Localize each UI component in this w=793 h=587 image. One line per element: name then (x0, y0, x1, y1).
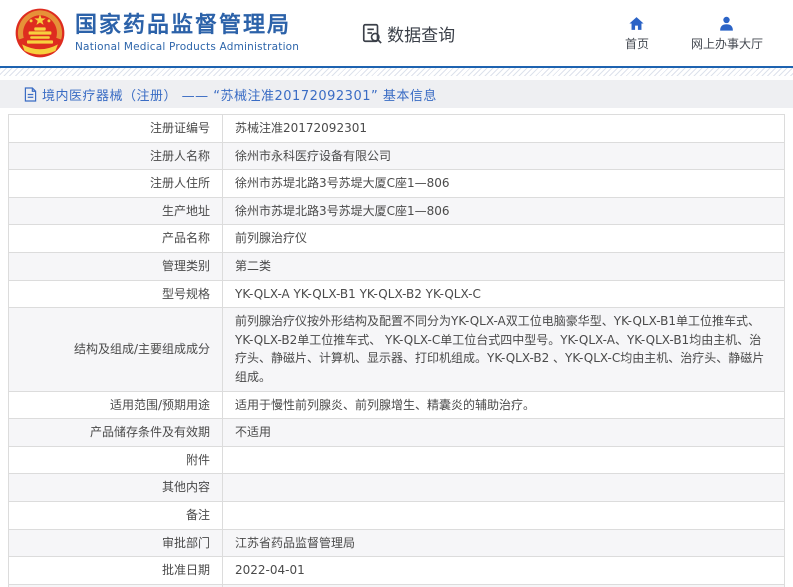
agency-title-block: 国家药品监督管理局 National Medical Products Admi… (75, 13, 299, 52)
breadcrumb-bar: 境内医疗器械（注册） —— “苏械注准20172092301” 基本信息 (0, 80, 793, 108)
registration-info-table: 注册证编号 苏械注准20172092301 注册人名称 徐州市永科医疗设备有限公… (8, 114, 785, 587)
table-row: 结构及组成/主要组成成分 前列腺治疗仪按外形结构及配置不同分为YK-QLX-A双… (8, 307, 785, 392)
table-row: 注册证编号 苏械注准20172092301 (8, 114, 785, 143)
row-value: 不适用 (222, 418, 785, 447)
hatch-texture-band (0, 68, 793, 76)
data-query-menu[interactable]: 数据查询 (361, 21, 455, 46)
row-label: 备注 (8, 500, 223, 530)
table-row: 适用范围/预期用途 适用于慢性前列腺炎、前列腺增生、精囊炎的辅助治疗。 (8, 390, 785, 420)
table-row: 附件 (8, 445, 785, 475)
table-row: 审批部门 江苏省药品监督管理局 (8, 528, 785, 558)
table-row: 型号规格 YK-QLX-A YK-QLX-B1 YK-QLX-B2 YK-QLX… (8, 279, 785, 309)
row-value (222, 473, 785, 502)
site-header: 国家药品监督管理局 National Medical Products Admi… (0, 0, 793, 66)
row-label: 附件 (8, 445, 223, 475)
national-emblem-logo (15, 8, 65, 58)
row-label: 注册人名称 (8, 141, 223, 171)
table-row: 产品名称 前列腺治疗仪 (8, 224, 785, 253)
row-label: 产品名称 (8, 224, 223, 253)
row-label: 生产地址 (8, 196, 223, 226)
row-value: 徐州市永科医疗设备有限公司 (222, 141, 785, 171)
row-label: 审批部门 (8, 528, 223, 558)
table-row: 管理类别 第二类 (8, 251, 785, 281)
data-query-icon (363, 23, 382, 44)
row-value (222, 500, 785, 530)
row-value: 江苏省药品监督管理局 (222, 528, 785, 558)
row-label: 批准日期 (8, 556, 223, 585)
row-value: 徐州市苏堤北路3号苏堤大厦C座1—806 (222, 169, 785, 198)
row-label: 管理类别 (8, 251, 223, 281)
row-label: 注册人住所 (8, 169, 223, 198)
home-icon (629, 16, 645, 30)
table-row: 批准日期 2022-04-01 (8, 556, 785, 585)
table-row: 注册人名称 徐州市永科医疗设备有限公司 (8, 141, 785, 171)
nav-item-home[interactable]: 首页 (625, 15, 649, 52)
table-row: 注册人住所 徐州市苏堤北路3号苏堤大厦C座1—806 (8, 169, 785, 198)
row-value: 2022-04-01 (222, 556, 785, 585)
agency-name-en: National Medical Products Administration (75, 40, 300, 53)
row-value: 苏械注准20172092301 (222, 114, 785, 143)
document-icon (24, 86, 37, 102)
nav-item-label: 网上办事大厅 (690, 36, 763, 51)
row-value (222, 445, 785, 475)
row-label: 其他内容 (8, 473, 223, 502)
table-row: 产品储存条件及有效期 不适用 (8, 418, 785, 447)
row-value: 前列腺治疗仪 (222, 224, 785, 253)
agency-name: 国家药品监督管理局 (75, 13, 292, 39)
nav-item-label: 首页 (624, 36, 649, 51)
row-label: 型号规格 (8, 279, 223, 309)
row-value: 适用于慢性前列腺炎、前列腺增生、精囊炎的辅助治疗。 (222, 390, 785, 420)
row-value: 前列腺治疗仪按外形结构及配置不同分为YK-QLX-A双工位电脑豪华型、YK-QL… (222, 307, 785, 392)
data-query-label: 数据查询 (387, 25, 456, 46)
row-label: 结构及组成/主要组成成分 (8, 307, 223, 392)
table-row: 其他内容 (8, 473, 785, 502)
top-nav: 首页 网上办事大厅 (625, 15, 779, 52)
row-label: 产品储存条件及有效期 (8, 418, 223, 447)
table-row: 备注 (8, 500, 785, 530)
nav-item-online-hall[interactable]: 网上办事大厅 (691, 15, 763, 52)
table-row: 生产地址 徐州市苏堤北路3号苏堤大厦C座1—806 (8, 196, 785, 226)
row-label: 注册证编号 (8, 114, 223, 143)
person-icon (720, 16, 734, 31)
row-value: 徐州市苏堤北路3号苏堤大厦C座1—806 (222, 196, 785, 226)
row-value: YK-QLX-A YK-QLX-B1 YK-QLX-B2 YK-QLX-C (222, 279, 785, 309)
row-label: 适用范围/预期用途 (8, 390, 223, 420)
row-value: 第二类 (222, 251, 785, 281)
page-title: 境内医疗器械（注册） —— “苏械注准20172092301” 基本信息 (42, 88, 437, 104)
